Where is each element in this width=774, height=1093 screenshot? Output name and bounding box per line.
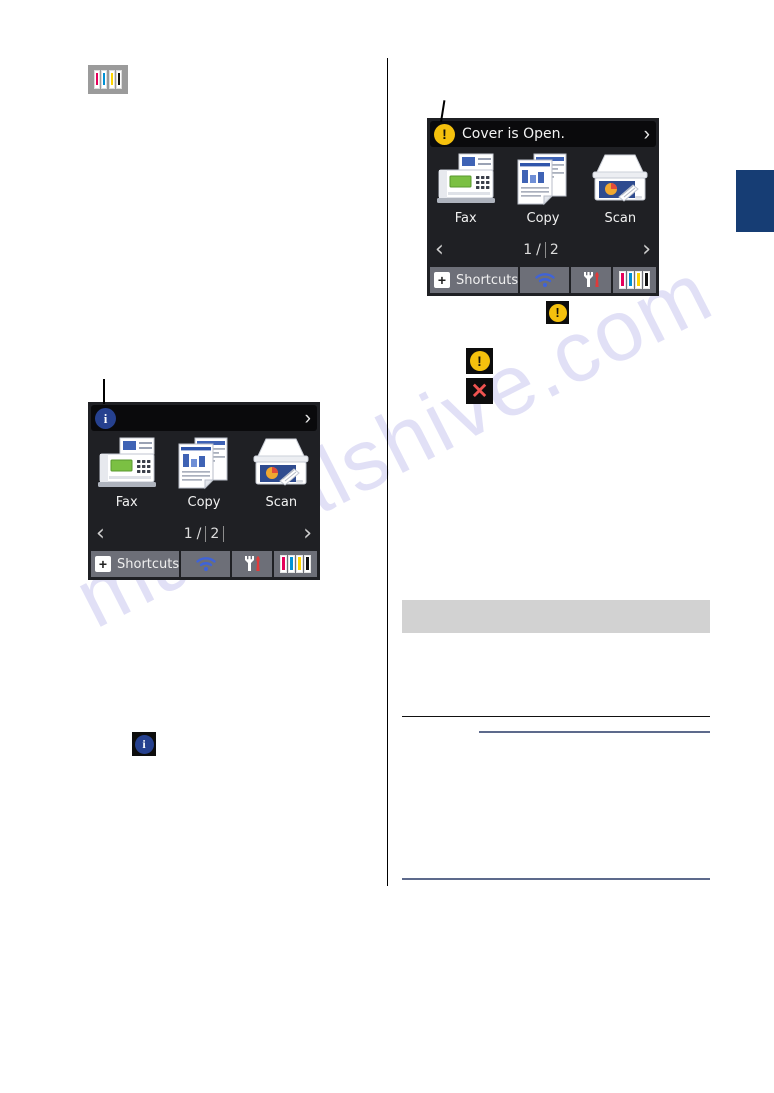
- plus-icon: +: [434, 272, 450, 288]
- page-prev-arrow[interactable]: ‹: [91, 521, 105, 546]
- app-scan[interactable]: Scan: [582, 152, 659, 226]
- page-current: 1: [183, 525, 193, 542]
- app-shortcut-row: Fax Copy Scan: [88, 436, 320, 510]
- app-label: Copy: [187, 495, 221, 510]
- information-icon: i: [95, 407, 116, 429]
- blue-rule: [479, 731, 710, 733]
- ink-cartridge-black: [303, 555, 311, 573]
- ink-cartridge-magenta: [93, 70, 100, 89]
- plus-icon: +: [95, 556, 111, 572]
- warning-icon: !: [434, 123, 455, 145]
- leader-line-info: [103, 379, 105, 404]
- wifi-icon: [196, 557, 216, 572]
- chevron-right-icon[interactable]: ›: [305, 409, 313, 428]
- ink-cartridge-cyan: [287, 555, 295, 573]
- ink-cartridge-yellow: [108, 70, 115, 89]
- page-indicator: ‹ 1 / 2 ›: [430, 237, 656, 262]
- warning-icon: !: [469, 351, 490, 371]
- information-icon-tile: i: [132, 732, 156, 756]
- page-separator: /: [196, 525, 202, 542]
- app-shortcut-row: Fax Copy Scan: [427, 152, 659, 226]
- app-label: Fax: [454, 211, 477, 226]
- blue-rule-bottom: [402, 878, 710, 880]
- taskbar-settings-button[interactable]: [571, 267, 611, 293]
- settings-tools-icon: [584, 272, 599, 287]
- fax-machine-icon: [97, 437, 156, 487]
- chapter-side-tab: [736, 170, 774, 232]
- app-scan[interactable]: Scan: [243, 436, 320, 510]
- app-label: Scan: [265, 495, 298, 510]
- ink-cartridge-black: [116, 70, 123, 89]
- status-bar[interactable]: ! Cover is Open. ›: [430, 121, 656, 147]
- page-indicator: ‹ 1 / 2 ›: [91, 521, 317, 546]
- gray-callout-box: [402, 600, 710, 633]
- taskbar-wifi-button[interactable]: [181, 551, 231, 577]
- chevron-right-icon[interactable]: ›: [644, 125, 652, 144]
- app-copy[interactable]: Copy: [504, 152, 581, 226]
- taskbar-shortcuts-button[interactable]: + Shortcuts: [91, 551, 180, 577]
- ink-cartridge-black: [642, 271, 650, 289]
- lcd-screen-error[interactable]: ! Cover is Open. › Fax Copy Scan ‹ 1 / 2…: [427, 118, 659, 296]
- page-total: 2: [205, 525, 225, 542]
- app-fax[interactable]: Fax: [427, 152, 504, 226]
- page-current: 1: [523, 241, 533, 258]
- page-counter: 1 / 2: [183, 525, 225, 542]
- app-fax[interactable]: Fax: [88, 436, 165, 510]
- app-copy[interactable]: Copy: [165, 436, 242, 510]
- status-bar[interactable]: i ›: [91, 405, 317, 431]
- taskbar-ink-button[interactable]: [273, 551, 318, 577]
- taskbar-shortcuts-button[interactable]: + Shortcuts: [430, 267, 519, 293]
- shortcuts-label: Shortcuts: [117, 556, 180, 572]
- lcd-screen-information[interactable]: i › Fax Copy Scan ‹ 1 / 2 › + Shortcuts: [88, 402, 320, 580]
- ink-cartridge-magenta: [618, 271, 626, 289]
- horizontal-rule: [402, 716, 710, 718]
- page-separator: /: [536, 241, 541, 258]
- warning-icon-small: !: [466, 348, 493, 374]
- fax-machine-icon: [436, 153, 495, 203]
- information-icon: i: [134, 734, 154, 754]
- copy-documents-icon: [178, 437, 228, 490]
- status-message: Cover is Open.: [462, 126, 565, 142]
- taskbar: + Shortcuts: [430, 267, 657, 293]
- error-cross-icon: ✕: [470, 379, 489, 403]
- taskbar-settings-button[interactable]: [232, 551, 272, 577]
- page-prev-arrow[interactable]: ‹: [430, 237, 444, 262]
- ink-cartridge-yellow: [295, 555, 303, 573]
- shortcuts-label: Shortcuts: [456, 272, 519, 288]
- page-next-arrow[interactable]: ›: [303, 521, 317, 546]
- taskbar-wifi-button[interactable]: [520, 267, 570, 293]
- ink-cartridge-yellow: [634, 271, 642, 289]
- app-label: Copy: [526, 211, 560, 226]
- page-total: 2: [544, 241, 563, 258]
- error-cross-icon-tile: ✕: [466, 378, 493, 404]
- scanner-icon: [253, 438, 309, 486]
- settings-tools-icon: [245, 556, 260, 571]
- taskbar-ink-button[interactable]: [612, 267, 657, 293]
- scanner-icon: [592, 154, 648, 202]
- ink-cartridge-magenta: [279, 555, 287, 573]
- ink-cartridge-cyan: [101, 70, 108, 89]
- column-divider: [387, 58, 388, 886]
- warning-icon: !: [548, 303, 567, 322]
- wifi-icon: [535, 273, 555, 288]
- warning-icon-large: !: [546, 301, 569, 324]
- taskbar: + Shortcuts: [91, 551, 318, 577]
- ink-levels-icon: [88, 65, 128, 94]
- app-label: Scan: [604, 211, 637, 226]
- page-counter: 1 / 2: [523, 241, 563, 258]
- copy-documents-icon: [517, 153, 567, 206]
- ink-cartridge-cyan: [626, 271, 634, 289]
- page-next-arrow[interactable]: ›: [642, 237, 656, 262]
- app-label: Fax: [115, 495, 138, 510]
